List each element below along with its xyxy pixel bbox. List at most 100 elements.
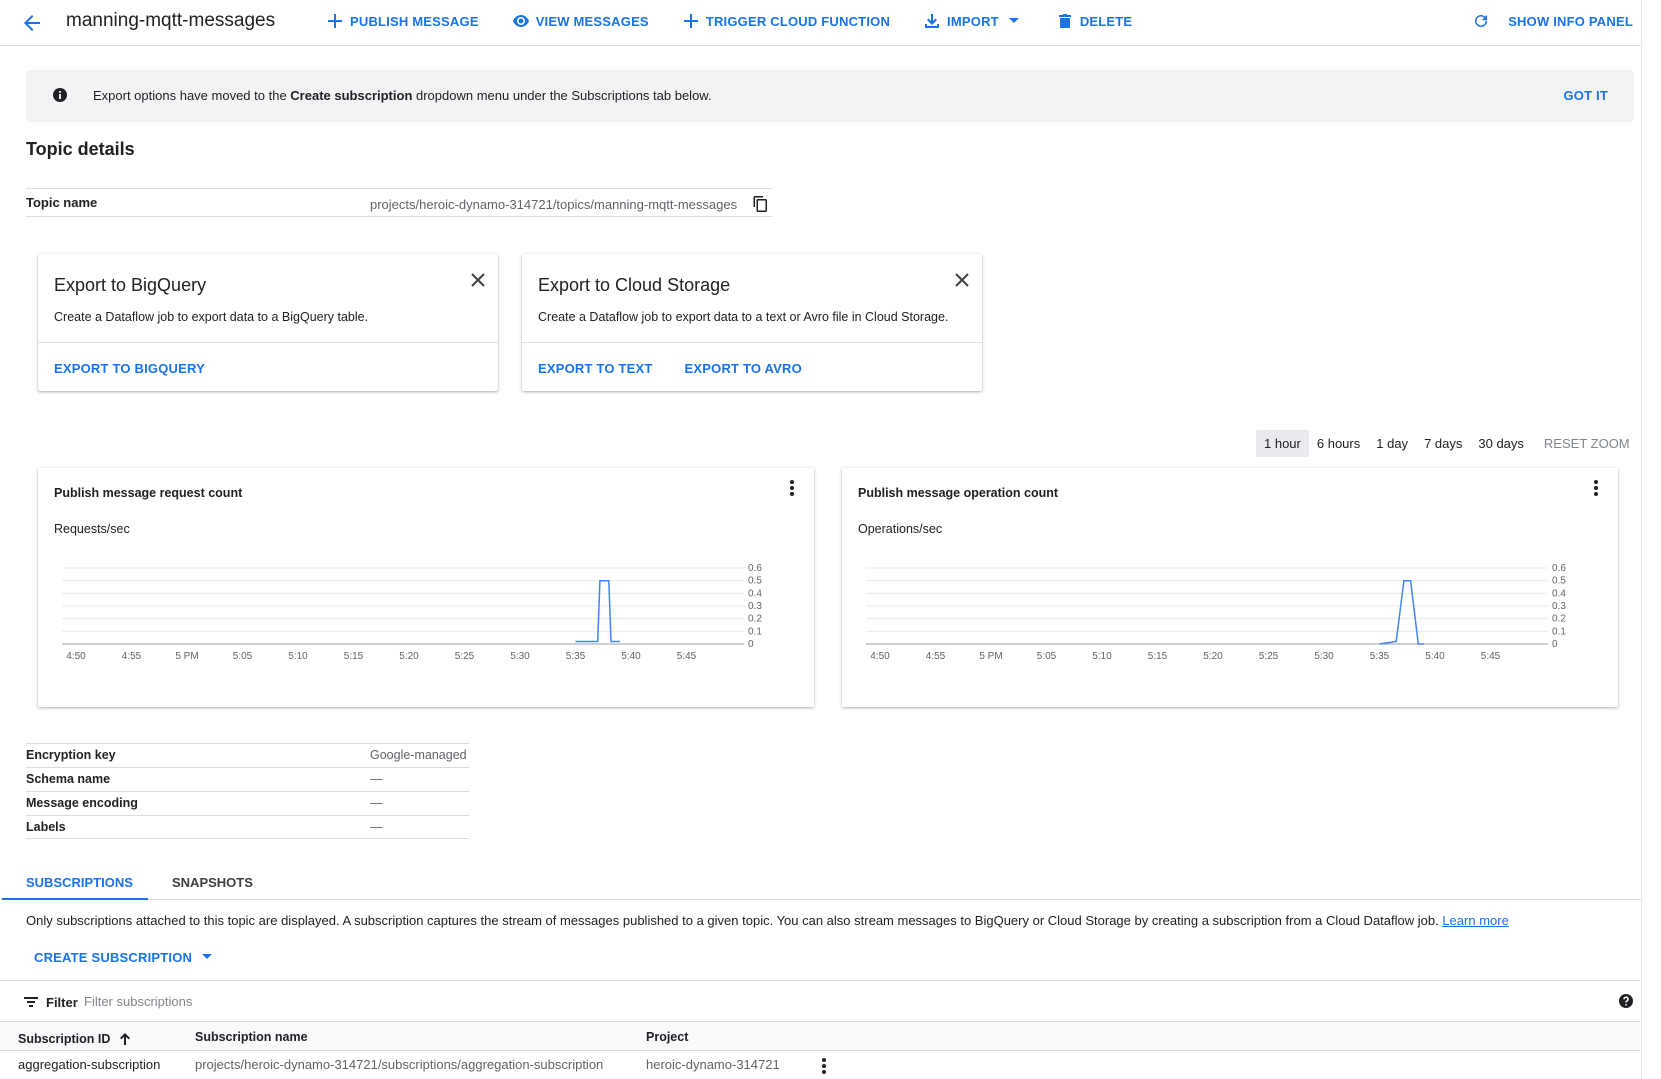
y-tick-label: 0 bbox=[1552, 639, 1558, 650]
toolbar-actions: PUBLISH MESSAGE VIEW MESSAGES TRIGGER CL… bbox=[326, 12, 1132, 30]
arrow-up-icon bbox=[116, 1030, 134, 1048]
export-to-avro-button[interactable]: EXPORT TO AVRO bbox=[685, 361, 802, 376]
x-tick-label: 5:30 bbox=[1314, 651, 1334, 662]
banner-message: Export options have moved to the Create … bbox=[93, 88, 712, 103]
topic-name-row: Topic name projects/heroic-dynamo-314721… bbox=[26, 188, 772, 217]
x-tick-label: 5:15 bbox=[1148, 651, 1168, 662]
x-tick-label: 5:40 bbox=[621, 651, 641, 662]
refresh-icon[interactable] bbox=[1472, 12, 1490, 30]
x-tick-label: 5:20 bbox=[399, 651, 419, 662]
close-icon[interactable] bbox=[952, 270, 972, 290]
topic-name-value: projects/heroic-dynamo-314721/topics/man… bbox=[370, 197, 738, 212]
x-tick-label: 5:05 bbox=[1037, 651, 1057, 662]
y-tick-label: 0.2 bbox=[1552, 614, 1566, 625]
help-icon[interactable] bbox=[1618, 993, 1634, 1012]
toolbar-right: SHOW INFO PANEL bbox=[1472, 12, 1633, 30]
caret-down-icon bbox=[1005, 12, 1023, 30]
view-messages-label: VIEW MESSAGES bbox=[535, 13, 649, 29]
property-label: Labels bbox=[26, 820, 66, 834]
tab-snapshots[interactable]: SNAPSHOTS bbox=[172, 866, 253, 900]
series-line bbox=[1379, 579, 1424, 645]
back-arrow-icon[interactable] bbox=[20, 11, 44, 35]
y-tick-label: 0.4 bbox=[748, 588, 762, 599]
filter-icon bbox=[22, 993, 40, 1011]
column-header-project[interactable]: Project bbox=[646, 1030, 688, 1044]
filter-input[interactable] bbox=[84, 989, 484, 1013]
column-header-label: Subscription ID bbox=[18, 1032, 111, 1046]
x-tick-label: 5:30 bbox=[510, 651, 530, 662]
range-1-hour[interactable]: 1 hour bbox=[1256, 430, 1309, 457]
more-vert-icon[interactable] bbox=[782, 478, 802, 498]
card-actions: EXPORT TO BIGQUERY bbox=[54, 361, 205, 376]
trigger-cloud-function-label: TRIGGER CLOUD FUNCTION bbox=[705, 13, 891, 29]
property-row: Message encoding — bbox=[26, 791, 469, 815]
tab-subscriptions[interactable]: SUBSCRIPTIONS bbox=[2, 866, 148, 900]
caret-down-icon bbox=[198, 948, 216, 966]
filter-bar: Filter bbox=[0, 980, 1640, 1021]
publish-message-button[interactable]: PUBLISH MESSAGE bbox=[326, 12, 479, 30]
row-more-vert-icon[interactable] bbox=[814, 1056, 834, 1079]
topic-properties: Encryption key Google-managed Schema nam… bbox=[26, 743, 469, 839]
learn-more-link[interactable]: Learn more bbox=[1442, 913, 1508, 928]
create-subscription-dropdown[interactable]: CREATE SUBSCRIPTION bbox=[34, 948, 216, 966]
y-tick-label: 0.4 bbox=[1552, 588, 1566, 599]
range-6-hours[interactable]: 6 hours bbox=[1309, 430, 1368, 457]
info-icon bbox=[52, 87, 68, 106]
x-tick-label: 5:35 bbox=[566, 651, 586, 662]
got-it-button[interactable]: GOT IT bbox=[1563, 88, 1608, 103]
show-info-panel-button[interactable]: SHOW INFO PANEL bbox=[1508, 14, 1633, 29]
banner-text-before: Export options have moved to the bbox=[93, 88, 291, 103]
filter-button[interactable]: Filter bbox=[22, 993, 78, 1011]
range-1-day[interactable]: 1 day bbox=[1368, 430, 1416, 457]
subscription-id-cell[interactable]: aggregation-subscription bbox=[18, 1057, 160, 1072]
chart-title: Publish message request count bbox=[54, 486, 243, 500]
range-7-days[interactable]: 7 days bbox=[1416, 430, 1470, 457]
filter-label: Filter bbox=[46, 994, 78, 1010]
card-title: Export to Cloud Storage bbox=[538, 275, 731, 295]
table-row[interactable]: aggregation-subscription projects/heroic… bbox=[0, 1051, 1640, 1079]
banner-text-after: dropdown menu under the Subscriptions ta… bbox=[412, 88, 712, 103]
y-tick-label: 0.6 bbox=[748, 563, 762, 574]
publish-operation-count-chart: Publish message operation count Operatio… bbox=[842, 468, 1618, 707]
property-value: — bbox=[370, 820, 383, 834]
plus-icon bbox=[682, 12, 700, 30]
view-messages-button[interactable]: VIEW MESSAGES bbox=[512, 12, 649, 30]
scrollbar-track[interactable] bbox=[1641, 0, 1661, 1079]
trash-icon bbox=[1056, 12, 1074, 30]
trigger-cloud-function-button[interactable]: TRIGGER CLOUD FUNCTION bbox=[682, 12, 890, 30]
card-actions: EXPORT TO TEXT EXPORT TO AVRO bbox=[538, 361, 802, 376]
property-row: Encryption key Google-managed bbox=[26, 743, 469, 767]
export-to-text-button[interactable]: EXPORT TO TEXT bbox=[538, 361, 653, 376]
reset-zoom-button[interactable]: RESET ZOOM bbox=[1536, 430, 1638, 457]
property-value: — bbox=[370, 772, 383, 786]
range-30-days[interactable]: 30 days bbox=[1470, 430, 1532, 457]
column-header-subscription-name[interactable]: Subscription name bbox=[195, 1030, 308, 1044]
delete-button[interactable]: DELETE bbox=[1056, 12, 1132, 30]
y-tick-label: 0 bbox=[748, 639, 754, 650]
y-tick-label: 0.1 bbox=[748, 626, 762, 637]
chart-plot[interactable]: 0.6 0.50.4 0.3 0.20.1 0 4:50 4:55 5 PM 5:05 5:10 5… bbox=[38, 558, 814, 678]
copy-icon[interactable] bbox=[753, 196, 767, 215]
export-to-bigquery-button[interactable]: EXPORT TO BIGQUERY bbox=[54, 361, 205, 376]
x-tick-label: 5:15 bbox=[344, 651, 364, 662]
property-value: — bbox=[370, 796, 383, 810]
topic-name-label: Topic name bbox=[26, 195, 98, 210]
x-tick-label: 5 PM bbox=[175, 651, 198, 662]
close-icon[interactable] bbox=[468, 270, 488, 290]
x-tick-label: 4:50 bbox=[870, 651, 890, 662]
property-row: Labels — bbox=[26, 815, 469, 839]
x-tick-label: 5:25 bbox=[1259, 651, 1279, 662]
import-dropdown-button[interactable]: IMPORT bbox=[923, 12, 1023, 30]
chart-plot[interactable]: 0.6 0.50.4 0.3 0.20.1 0 4:50 4:55 5 PM 5:05 5:10 5… bbox=[842, 558, 1618, 678]
table-header: Subscription ID Subscription name Projec… bbox=[0, 1021, 1640, 1051]
column-header-subscription-id[interactable]: Subscription ID bbox=[18, 1030, 134, 1048]
y-tick-label: 0.3 bbox=[748, 601, 762, 612]
x-tick-label: 5:45 bbox=[677, 651, 697, 662]
more-vert-icon[interactable] bbox=[1586, 478, 1606, 498]
project-cell: heroic-dynamo-314721 bbox=[646, 1057, 780, 1072]
subscriptions-description-text: Only subscriptions attached to this topi… bbox=[26, 913, 1443, 928]
import-icon bbox=[923, 12, 941, 30]
card-description: Create a Dataflow job to export data to … bbox=[54, 310, 369, 324]
property-row: Schema name — bbox=[26, 767, 469, 791]
chart-title: Publish message operation count bbox=[858, 486, 1059, 500]
